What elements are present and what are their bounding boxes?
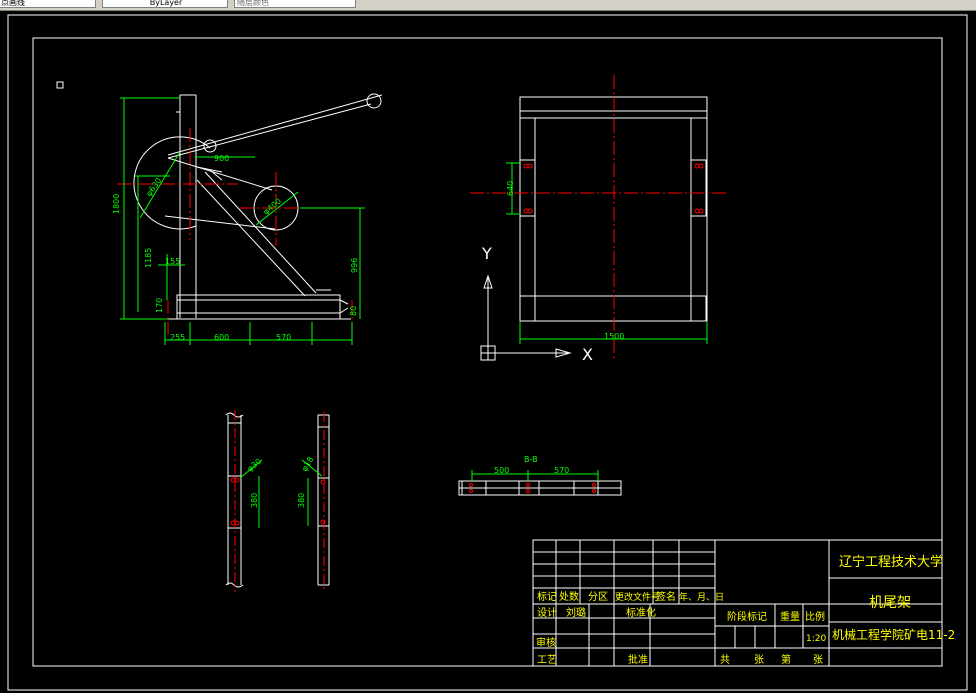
tb-header-zone: 分区 bbox=[588, 591, 608, 603]
linetype-combo[interactable]: ByLayer bbox=[102, 0, 228, 8]
dim-380-b: 380 bbox=[297, 493, 306, 508]
dim-phi30: φ30 bbox=[246, 457, 264, 474]
tb-sheet-num: 第 bbox=[781, 653, 791, 666]
tb-scale-label: 比例 bbox=[805, 610, 825, 623]
tb-approve-label: 批准 bbox=[628, 653, 648, 666]
tb-header-count: 处数 bbox=[559, 590, 579, 603]
dim-phi18: φ18 bbox=[300, 455, 316, 473]
color-combo[interactable]: 随层颜色 bbox=[234, 0, 356, 8]
tb-sheet-total: 共 bbox=[720, 654, 730, 666]
dim-380-a: 380 bbox=[250, 493, 259, 508]
section-bb: B-B 500 570 bbox=[458, 455, 622, 496]
tb-review-label: 审核 bbox=[536, 636, 556, 649]
title-block: 标记 处数 分区 更改文件号 签名 年、月、日 设计 刘璐 标准化 审核 工艺 … bbox=[532, 539, 955, 667]
dim-570-bb: 570 bbox=[554, 466, 569, 475]
tb-part-name: 机尾架 bbox=[869, 595, 911, 611]
tb-header-mark: 标记 bbox=[537, 591, 557, 603]
detail-view-2: φ18 380 bbox=[297, 412, 330, 590]
side-view: 1800 1185 155 900 φ630 φ400 996 255 600 … bbox=[112, 93, 383, 345]
tb-design-label: 设计 bbox=[537, 606, 557, 619]
dim-170: 170 bbox=[155, 298, 164, 313]
ucs-x-label: X bbox=[582, 345, 593, 364]
detail-view-1: φ30 380 bbox=[225, 410, 264, 592]
dim-1185: 1185 bbox=[144, 248, 153, 268]
dim-900: 900 bbox=[214, 154, 229, 163]
tb-sheet-unit2: 张 bbox=[813, 654, 823, 666]
dim-996: 996 bbox=[350, 258, 359, 273]
tb-class-name: 机械工程学院矿电11-2 bbox=[832, 627, 955, 642]
pickbox bbox=[56, 81, 64, 89]
tb-scale-value: 1:20 bbox=[806, 634, 826, 644]
dim-500: 500 bbox=[494, 466, 509, 475]
tb-process-label: 工艺 bbox=[537, 654, 557, 666]
dim-1800: 1800 bbox=[112, 194, 121, 214]
layer-combo[interactable]: 点画线 bbox=[0, 0, 96, 8]
tb-stage-mark: 阶段标记 bbox=[727, 610, 767, 623]
tb-standardize-label: 标准化 bbox=[626, 606, 656, 619]
dim-phi630: φ630 bbox=[144, 176, 163, 198]
tb-header-date: 年、月、日 bbox=[679, 591, 724, 603]
ucs-y-label: Y bbox=[481, 244, 492, 263]
tb-weight: 重量 bbox=[780, 610, 800, 623]
top-view: 640 1500 bbox=[470, 75, 728, 360]
tb-school: 辽宁工程技术大学 bbox=[839, 554, 943, 570]
dim-155: 155 bbox=[165, 257, 180, 266]
dim-640: 640 bbox=[506, 181, 515, 196]
dim-1500: 1500 bbox=[604, 332, 624, 341]
dim-600: 600 bbox=[214, 333, 229, 342]
section-label: B-B bbox=[524, 455, 538, 464]
tb-header-sign: 签名 bbox=[656, 590, 676, 603]
ucs-icon bbox=[480, 274, 572, 361]
dim-570: 570 bbox=[276, 333, 291, 342]
dim-255: 255 bbox=[170, 333, 185, 342]
tb-sheet-unit: 张 bbox=[754, 654, 764, 666]
drawing-canvas[interactable]: 1800 1185 155 900 φ630 φ400 996 255 600 … bbox=[0, 10, 976, 693]
tb-header-changedoc: 更改文件号 bbox=[615, 591, 660, 603]
tb-designer: 刘璐 bbox=[566, 606, 586, 619]
dim-80: 80 bbox=[349, 306, 358, 316]
